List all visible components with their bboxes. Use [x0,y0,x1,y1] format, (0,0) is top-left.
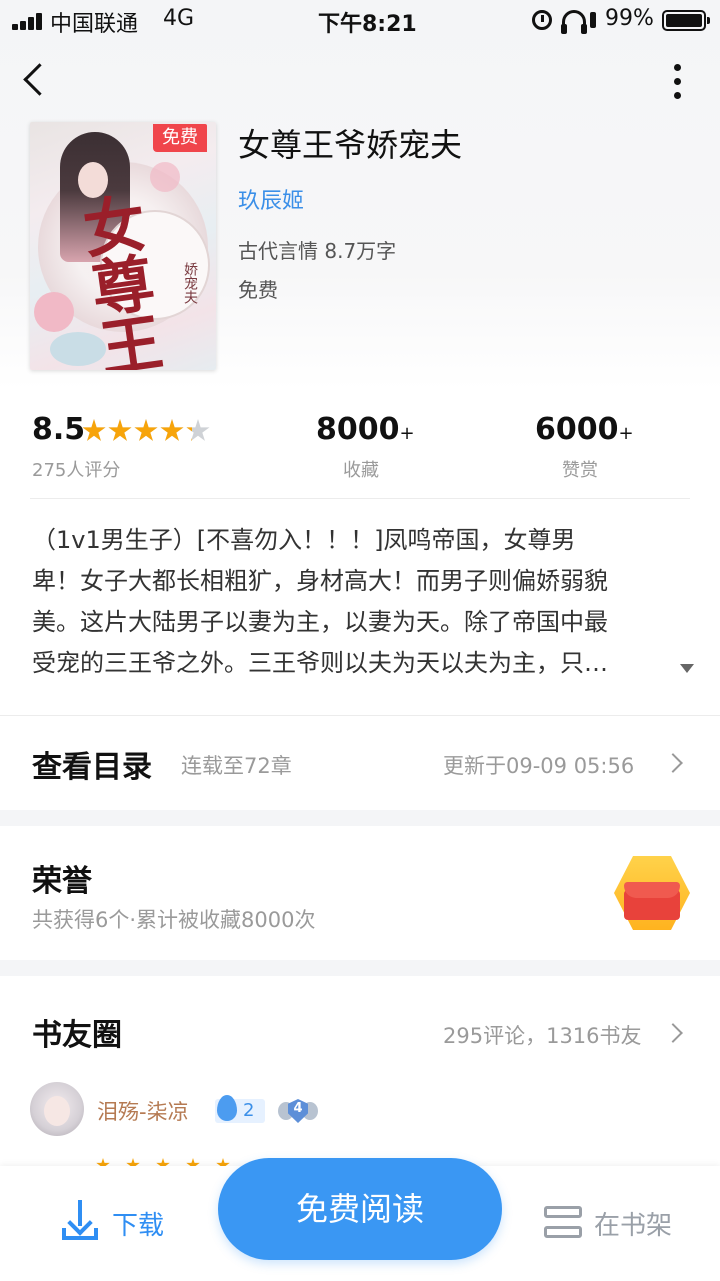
flame-icon [217,1095,237,1121]
avatar[interactable] [30,1082,84,1136]
download-label[interactable]: 下载 [112,1205,164,1242]
vip-level-badge: 4 [278,1098,318,1124]
fan-level-badge: 2 [215,1095,265,1123]
rating-score: 8.5 [32,412,86,447]
caret-down-icon[interactable] [680,664,694,673]
battery-icon [662,10,710,31]
intro-line: 美。这片大陆男子以妻为主，以妻为天。除了帝国中最 [32,608,608,636]
comment-username[interactable]: 泪殇-柒凉 [97,1096,189,1126]
book-intro[interactable]: （1v1男生子）[不喜勿入！！！]凤鸣帝国，女尊男 卑！女子大都长相粗犷，身材高… [32,520,692,684]
honor-title: 荣誉 [32,864,92,899]
status-bar: 中国联通 4G 下午8:21 99% [0,0,720,40]
star-icon [160,419,184,441]
alarm-icon [532,10,552,30]
favorites-label: 收藏 [343,460,379,481]
intro-line: 受宠的三王爷之外。三王爷则以夫为天以夫为主，只… [32,649,608,677]
catalog-updated: 更新于09-09 05:56 [443,754,635,778]
on-shelf-label[interactable]: 在书架 [594,1205,672,1242]
chevron-right-icon [663,1023,683,1043]
more-options-icon[interactable] [664,60,690,102]
section-separator [0,810,720,826]
book-meta: 古代言情 8.7万字 [238,239,397,263]
cover-subtitle-art: 娇宠夫 [182,262,198,304]
book-circle-summary: 295评论，1316书友 [443,1024,642,1048]
section-separator [0,960,720,976]
network-type: 4G [163,6,195,31]
carrier-name: 中国联通 [50,12,139,37]
signal-icon [12,12,46,30]
chevron-right-icon [663,753,683,773]
book-title: 女尊王爷娇宠夫 [238,126,463,164]
honor-row[interactable]: 荣誉 共获得6个·累计被收藏8000次 [0,826,720,960]
rating-count: 275人评分 [32,460,121,481]
bookshelf-icon[interactable] [544,1204,582,1242]
book-price: 免费 [238,278,278,302]
intro-line: （1v1男生子）[不喜勿入！！！]凤鸣帝国，女尊男 [32,526,576,554]
star-icon [108,419,132,441]
honor-summary: 共获得6个·累计被收藏8000次 [32,908,316,932]
book-cover[interactable]: 女尊王爷 娇宠夫 [30,122,216,370]
star-icon [186,419,210,441]
author-link[interactable]: 玖辰姬 [238,183,304,215]
intro-line: 卑！女子大都长相粗犷，身材高大！而男子则偏娇弱貌 [32,567,608,595]
favorites-count: 8000+ [316,412,415,447]
rewards-count: 6000+ [535,412,634,447]
catalog-status: 连载至72章 [181,754,292,778]
download-icon[interactable] [62,1200,98,1242]
free-badge: 免费 [153,124,207,152]
catalog-row[interactable]: 查看目录 连载至72章 更新于09-09 05:56 [0,716,720,810]
red-envelope-badge-icon[interactable] [614,856,690,930]
divider [30,498,690,499]
book-circle-title: 书友圈 [32,1018,122,1053]
headphone-icon [561,10,587,34]
rewards-label: 赞赏 [562,460,598,481]
catalog-title: 查看目录 [32,750,152,785]
battery-percent: 99% [605,6,654,31]
book-circle-header[interactable]: 书友圈 295评论，1316书友 [0,976,720,1066]
orientation-lock-icon [590,12,596,28]
star-icon [82,419,106,441]
status-time: 下午8:21 [318,12,417,37]
star-icon [134,419,158,441]
back-icon[interactable] [20,62,56,98]
free-read-button[interactable]: 免费阅读 [218,1158,502,1260]
